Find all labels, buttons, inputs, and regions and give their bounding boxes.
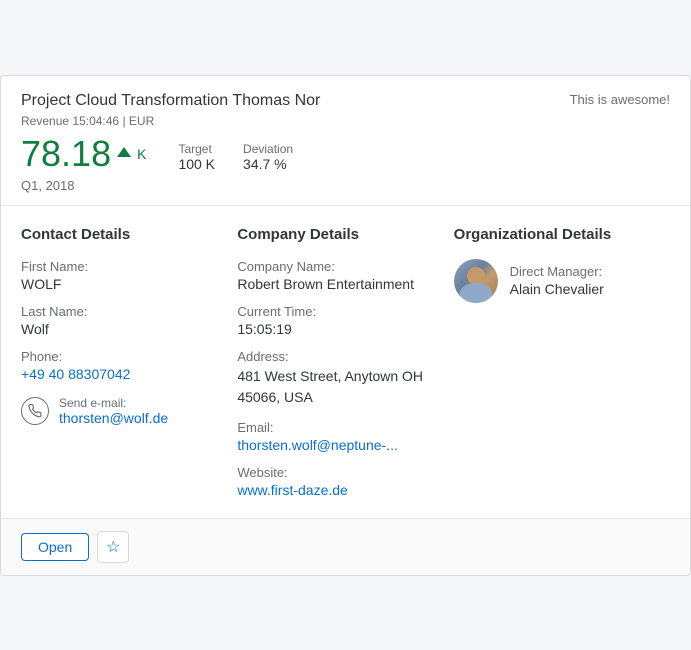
manager-name: Alain Chevalier [510, 281, 604, 297]
star-icon: ☆ [106, 537, 120, 557]
star-button[interactable]: ☆ [97, 531, 129, 563]
deviation-metric: Deviation 34.7 % [243, 142, 293, 172]
phone-icon [21, 397, 49, 425]
avatar-image [454, 259, 498, 303]
phone-link[interactable]: +49 40 88307042 [21, 366, 217, 382]
main-unit: K [137, 146, 146, 162]
target-label: Target [178, 142, 215, 156]
website-link[interactable]: www.first-daze.de [237, 482, 347, 498]
org-column: Organizational Details Direct Manager: A… [454, 226, 670, 498]
company-section-title: Company Details [237, 226, 433, 243]
details-section: Contact Details First Name: WOLF Last Na… [1, 206, 690, 519]
company-name-label: Company Name: [237, 259, 433, 274]
current-time-label: Current Time: [237, 304, 433, 319]
last-name-value: Wolf [21, 321, 217, 337]
manager-info: Direct Manager: Alain Chevalier [510, 264, 604, 297]
address-value: 481 West Street, Anytown OH 45066, USA [237, 366, 433, 408]
phone-label: Phone: [21, 349, 217, 364]
footer-section: Open ☆ [1, 519, 690, 575]
email-link[interactable]: thorsten@wolf.de [59, 410, 168, 426]
contact-column: Contact Details First Name: WOLF Last Na… [21, 226, 237, 498]
send-email-row: Send e-mail: thorsten@wolf.de [21, 396, 217, 426]
first-name-label: First Name: [21, 259, 217, 274]
current-time-value: 15:05:19 [237, 321, 433, 337]
target-metric: Target 100 K [178, 142, 215, 172]
deviation-value: 34.7 % [243, 156, 293, 172]
company-email-link[interactable]: thorsten.wolf@neptune-... [237, 437, 398, 453]
secondary-metrics: Target 100 K Deviation 34.7 % [178, 142, 293, 172]
first-name-value: WOLF [21, 276, 217, 292]
deviation-label: Deviation [243, 142, 293, 156]
main-number: 78.18 [21, 136, 111, 172]
project-title: Project Cloud Transformation Thomas Nor [21, 92, 320, 110]
contact-section-title: Contact Details [21, 226, 217, 243]
target-value: 100 K [178, 156, 215, 172]
card-container: Project Cloud Transformation Thomas Nor … [0, 75, 691, 576]
avatar [454, 259, 498, 303]
company-column: Company Details Company Name: Robert Bro… [237, 226, 453, 498]
send-email-info: Send e-mail: thorsten@wolf.de [59, 396, 168, 426]
org-section-title: Organizational Details [454, 226, 650, 243]
main-value: 78.18 K [21, 136, 146, 172]
trend-up-icon [117, 147, 131, 157]
manager-row: Direct Manager: Alain Chevalier [454, 259, 650, 303]
revenue-label: Revenue 15:04:46 | EUR [21, 114, 670, 128]
awesome-tag: This is awesome! [570, 92, 670, 107]
open-button[interactable]: Open [21, 533, 89, 561]
header-section: Project Cloud Transformation Thomas Nor … [1, 76, 690, 206]
email-label: Email: [237, 420, 433, 435]
manager-label: Direct Manager: [510, 264, 604, 279]
address-label: Address: [237, 349, 433, 364]
company-name-value: Robert Brown Entertainment [237, 276, 433, 292]
metrics-row: 78.18 K Target 100 K Deviation 34.7 % [21, 136, 670, 172]
website-label: Website: [237, 465, 433, 480]
last-name-label: Last Name: [21, 304, 217, 319]
quarter-label: Q1, 2018 [21, 178, 670, 193]
header-top: Project Cloud Transformation Thomas Nor … [21, 92, 670, 110]
send-email-label: Send e-mail: [59, 396, 168, 410]
